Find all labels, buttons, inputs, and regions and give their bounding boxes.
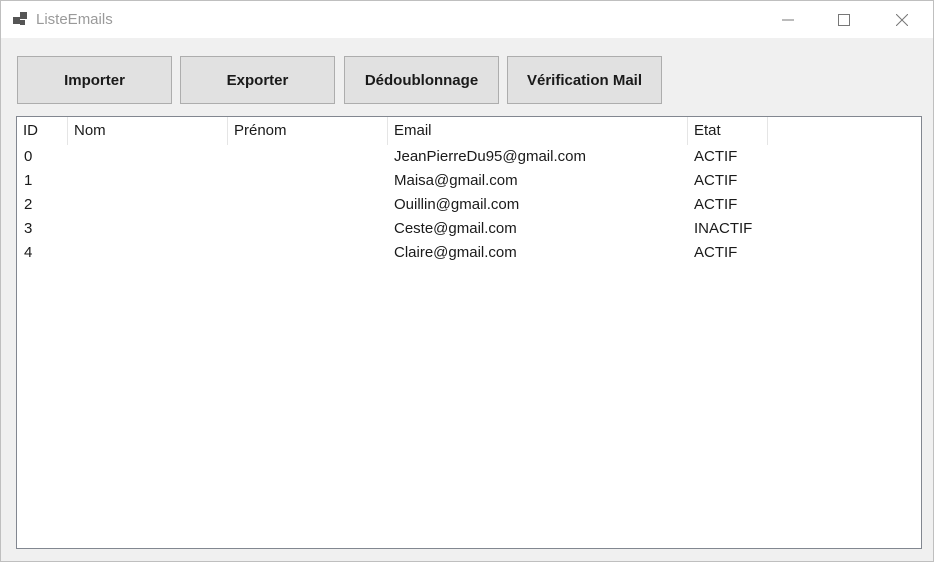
deduplicate-button[interactable]: Dédoublonnage <box>344 56 499 104</box>
cell-email: Ceste@gmail.com <box>394 220 517 237</box>
cell-email: Claire@gmail.com <box>394 244 517 261</box>
title-bar[interactable]: ListeEmails <box>1 1 933 38</box>
cell-nom <box>68 241 233 265</box>
list-header: ID Nom Prénom Email Etat <box>17 117 921 145</box>
cell-id: 1 <box>24 172 33 189</box>
cell-prenom <box>228 241 393 265</box>
cell-nom <box>68 193 233 217</box>
cell-nom <box>68 217 233 241</box>
close-icon <box>896 13 908 26</box>
cell-etat: ACTIF <box>694 244 738 261</box>
cell-prenom <box>228 169 393 193</box>
window-title: ListeEmails <box>36 11 113 28</box>
import-button[interactable]: Importer <box>17 56 172 104</box>
cell-nom <box>68 169 233 193</box>
cell-email: Ouillin@gmail.com <box>394 196 520 213</box>
verify-mail-button[interactable]: Vérification Mail <box>507 56 662 104</box>
cell-nom <box>68 145 233 169</box>
app-window-icon <box>13 12 29 26</box>
column-header-prenom[interactable]: Prénom <box>228 117 388 145</box>
cell-id: 4 <box>24 244 33 261</box>
list-row[interactable]: 0 JeanPierreDu95@gmail.com ACTIF <box>17 145 921 169</box>
email-list-view[interactable]: ID Nom Prénom Email Etat 0 JeanPierreDu9… <box>16 116 922 549</box>
column-header-nom[interactable]: Nom <box>68 117 228 145</box>
cell-id: 2 <box>24 196 33 213</box>
cell-etat: ACTIF <box>694 172 738 189</box>
list-row[interactable]: 3 Ceste@gmail.com INACTIF <box>17 217 921 241</box>
list-row[interactable]: 4 Claire@gmail.com ACTIF <box>17 241 921 265</box>
minimize-button[interactable] <box>765 1 811 38</box>
cell-etat: ACTIF <box>694 148 738 165</box>
maximize-icon <box>838 13 850 26</box>
cell-prenom <box>228 217 393 241</box>
column-header-email[interactable]: Email <box>388 117 688 145</box>
cell-email: Maisa@gmail.com <box>394 172 518 189</box>
cell-id: 3 <box>24 220 33 237</box>
cell-prenom <box>228 193 393 217</box>
cell-prenom <box>228 145 393 169</box>
export-button[interactable]: Exporter <box>180 56 335 104</box>
list-row[interactable]: 2 Ouillin@gmail.com ACTIF <box>17 193 921 217</box>
list-row[interactable]: 1 Maisa@gmail.com ACTIF <box>17 169 921 193</box>
cell-etat: INACTIF <box>694 220 753 237</box>
cell-etat: ACTIF <box>694 196 738 213</box>
cell-email: JeanPierreDu95@gmail.com <box>394 148 586 165</box>
cell-id: 0 <box>24 148 33 165</box>
app-window: ListeEmails Importer Exporter Dédoublonn… <box>0 0 934 562</box>
maximize-button[interactable] <box>821 1 867 38</box>
close-button[interactable] <box>879 1 925 38</box>
minimize-icon <box>782 19 794 20</box>
column-header-id[interactable]: ID <box>17 117 68 145</box>
column-header-etat[interactable]: Etat <box>688 117 768 145</box>
